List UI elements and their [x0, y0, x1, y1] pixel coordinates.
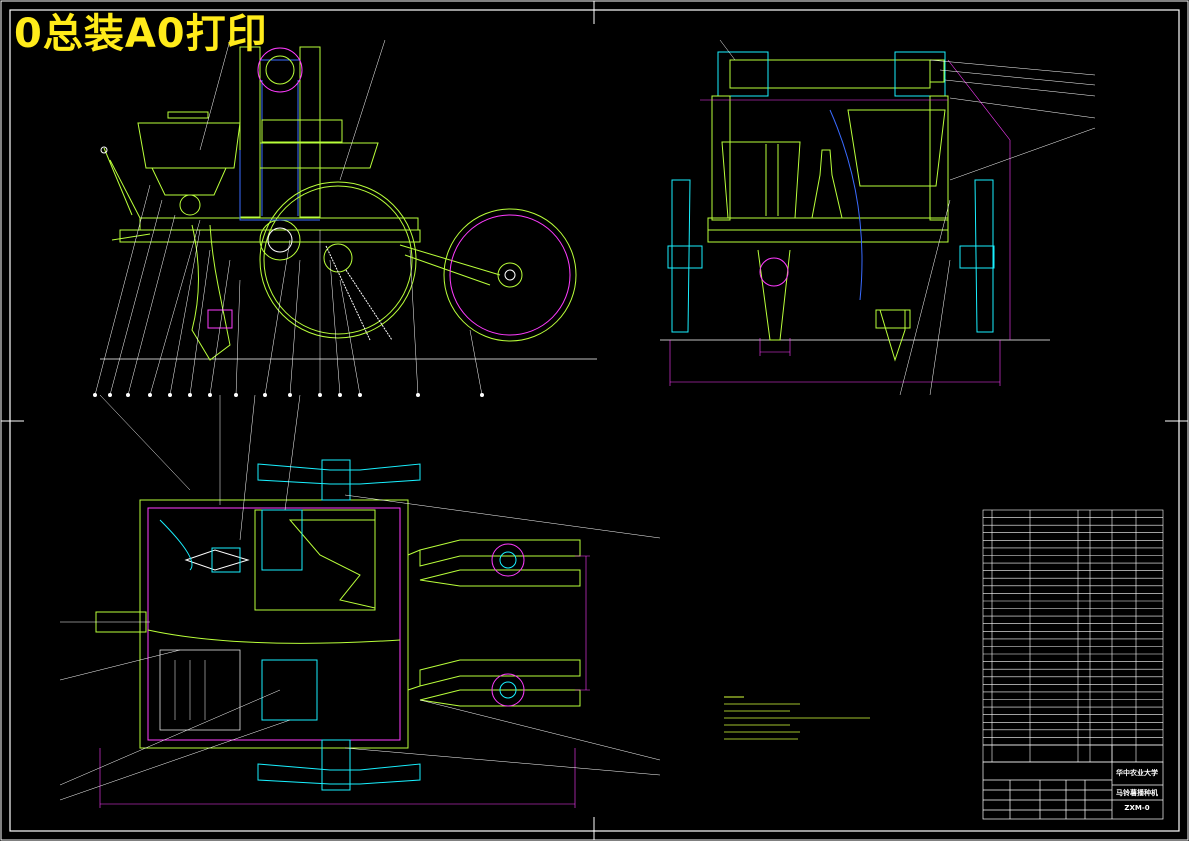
title-block-school: 华中农业大学 — [1116, 768, 1158, 777]
title-block-drawing-no: ZXM-0 — [1124, 804, 1149, 812]
outer-frame — [0, 0, 1189, 841]
drawing-title: 0总装A0打印 — [14, 11, 268, 57]
technical-notes — [724, 696, 870, 740]
title-block-machine-name: 马铃薯播种机 — [1116, 788, 1158, 797]
parts-list-table — [982, 509, 1164, 763]
inner-frame — [9, 9, 1180, 832]
top-view — [59, 394, 661, 808]
centering-marks — [1, 1, 1188, 840]
side-view — [93, 39, 597, 397]
cad-drawing-canvas: 华中农业大学 马铃薯播种机 ZXM-0 — [0, 0, 1189, 841]
side-view-part-numbers — [93, 393, 484, 397]
rear-view — [660, 39, 1096, 396]
